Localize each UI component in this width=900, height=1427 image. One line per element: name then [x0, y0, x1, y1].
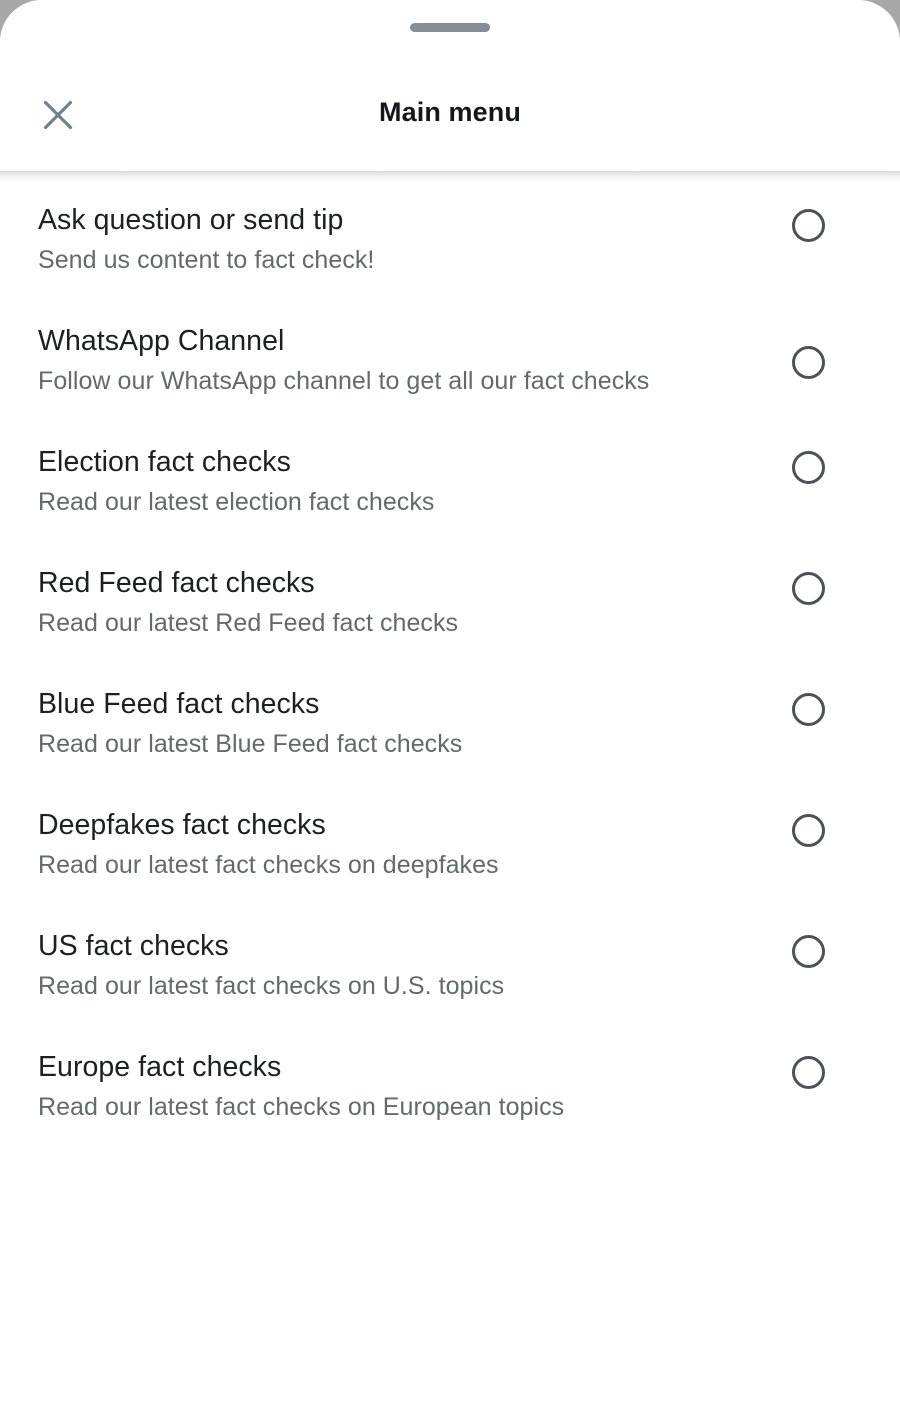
radio-unselected-icon: [791, 693, 825, 726]
list-item-title: Blue Feed fact checks: [38, 688, 320, 720]
list-item-title: Ask question or send tip: [38, 204, 344, 236]
list-item-title: WhatsApp Channel: [38, 325, 285, 357]
list-item-text: Deepfakes fact checks Read our latest fa…: [38, 808, 738, 881]
radio-unselected-icon: [791, 346, 825, 379]
radio-unselected-icon: [791, 1056, 825, 1089]
list-item-text: Election fact checks Read our latest ele…: [38, 445, 738, 518]
list-item-title: Red Feed fact checks: [38, 567, 315, 599]
list-item-text: Red Feed fact checks Read our latest Red…: [38, 566, 738, 639]
list-item[interactable]: Ask question or send tip Send us content…: [0, 171, 900, 276]
list-item-subtitle: Read our latest Blue Feed fact checks: [38, 730, 463, 758]
list-item-radio[interactable]: [738, 451, 878, 484]
list-item-radio[interactable]: [738, 935, 878, 968]
list-item-radio[interactable]: [738, 346, 878, 379]
list-item-text: Blue Feed fact checks Read our latest Bl…: [38, 687, 738, 760]
list-item[interactable]: US fact checks Read our latest fact chec…: [0, 881, 900, 1002]
list-item-text: WhatsApp Channel Follow our WhatsApp cha…: [38, 324, 738, 397]
list-item[interactable]: Europe fact checks Read our latest fact …: [0, 1002, 900, 1123]
page-title: Main menu: [379, 97, 521, 127]
drag-handle[interactable]: [410, 23, 490, 32]
list-item[interactable]: Blue Feed fact checks Read our latest Bl…: [0, 639, 900, 760]
list-item-subtitle: Read our latest election fact checks: [38, 488, 435, 516]
radio-unselected-icon: [791, 451, 825, 484]
list-item-text: Europe fact checks Read our latest fact …: [38, 1050, 738, 1123]
list-item[interactable]: WhatsApp Channel Follow our WhatsApp cha…: [0, 276, 900, 397]
radio-unselected-icon: [791, 209, 825, 242]
list-item-title: Deepfakes fact checks: [38, 809, 326, 841]
list-item[interactable]: Election fact checks Read our latest ele…: [0, 397, 900, 518]
sheet-header: Main menu: [0, 0, 900, 171]
list-item-subtitle: Send us content to fact check!: [38, 246, 375, 274]
radio-unselected-icon: [791, 814, 825, 847]
list-item[interactable]: Red Feed fact checks Read our latest Red…: [0, 518, 900, 639]
list-item-subtitle: Follow our WhatsApp channel to get all o…: [38, 367, 650, 395]
list-item-subtitle: Read our latest Red Feed fact checks: [38, 609, 459, 637]
list-item-text: Ask question or send tip Send us content…: [38, 203, 738, 276]
list-item-radio[interactable]: [738, 572, 878, 605]
list-item-subtitle: Read our latest fact checks on deepfakes: [38, 851, 499, 879]
list-item-radio[interactable]: [738, 1056, 878, 1089]
list-item-title: US fact checks: [38, 930, 229, 962]
list-item-title: Election fact checks: [38, 446, 291, 478]
list-item-subtitle: Read our latest fact checks on European …: [38, 1093, 565, 1121]
radio-unselected-icon: [791, 572, 825, 605]
list-item-title: Europe fact checks: [38, 1051, 282, 1083]
list-item-subtitle: Read our latest fact checks on U.S. topi…: [38, 972, 505, 1000]
list-item-text: US fact checks Read our latest fact chec…: [38, 929, 738, 1002]
list-item[interactable]: Deepfakes fact checks Read our latest fa…: [0, 760, 900, 881]
bottom-sheet: Main menu Ask question or send tip Send …: [0, 0, 900, 1427]
list-item-radio[interactable]: [738, 693, 878, 726]
list-item-radio[interactable]: [738, 814, 878, 847]
radio-unselected-icon: [791, 935, 825, 968]
list-item-radio[interactable]: [738, 209, 878, 242]
main-menu-list: Ask question or send tip Send us content…: [0, 171, 900, 1427]
